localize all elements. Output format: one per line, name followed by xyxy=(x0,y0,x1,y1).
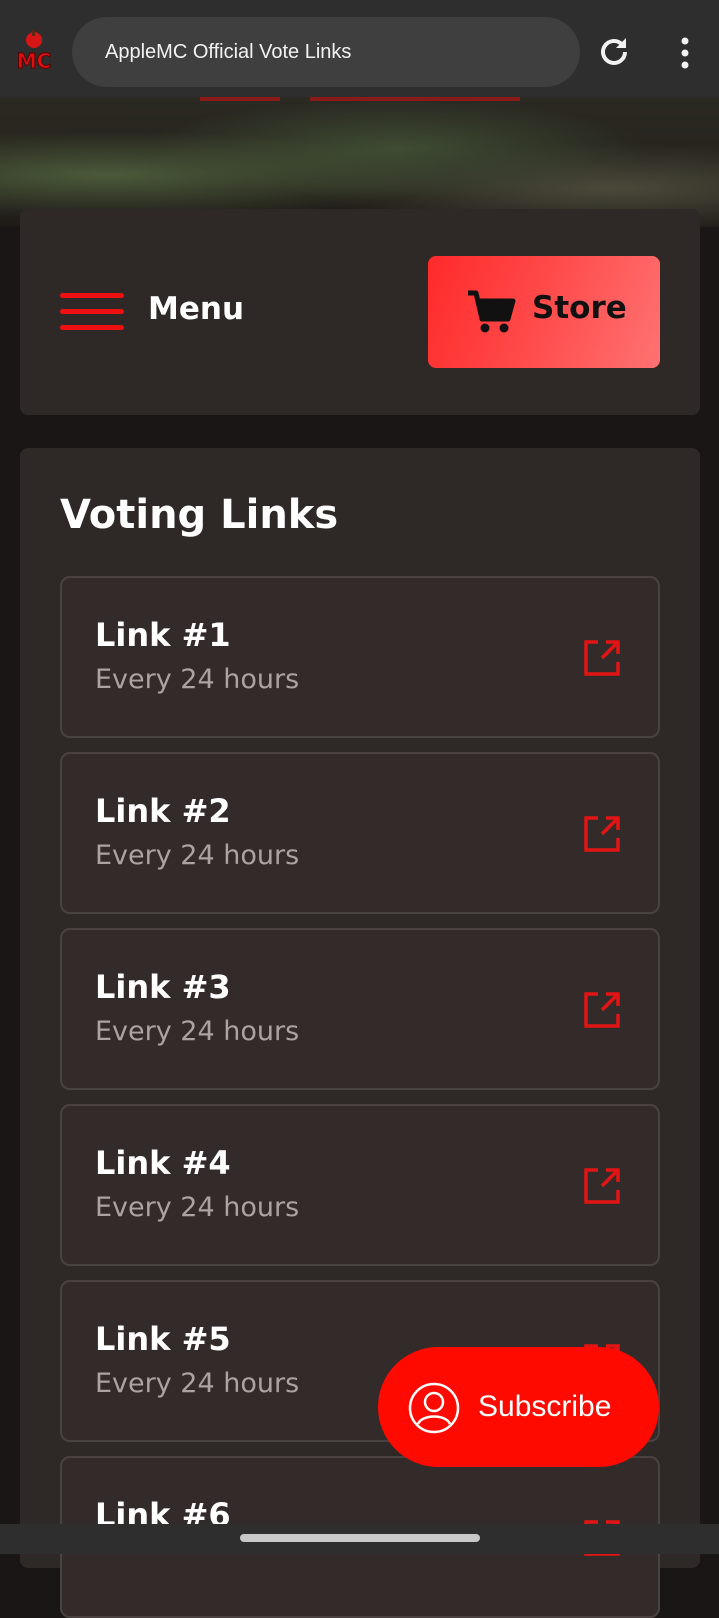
link-interval: Every 24 hours xyxy=(95,1016,300,1047)
link-interval: Every 24 hours xyxy=(95,1368,300,1399)
link-title: Link #5 xyxy=(95,1320,231,1358)
url-bar[interactable]: AppleMC Official Vote Links xyxy=(72,17,580,87)
store-label: Store xyxy=(532,290,627,326)
vote-link-2[interactable]: Link #2 Every 24 hours xyxy=(60,752,660,914)
external-link-icon[interactable] xyxy=(582,1166,622,1206)
link-interval: Every 24 hours xyxy=(95,1192,300,1223)
link-title: Link #3 xyxy=(95,968,231,1006)
external-link-icon[interactable] xyxy=(582,990,622,1030)
browser-toolbar: MC AppleMC Official Vote Links xyxy=(0,0,719,97)
user-circle-icon xyxy=(408,1382,460,1434)
hero-decoration xyxy=(200,97,280,101)
link-title: Link #4 xyxy=(95,1144,231,1182)
link-title: Link #2 xyxy=(95,792,231,830)
link-interval: Every 24 hours xyxy=(95,840,300,871)
nav-card: Menu Store xyxy=(20,209,700,415)
subscribe-label: Subscribe xyxy=(478,1390,612,1423)
link-title: Link #1 xyxy=(95,616,231,654)
link-interval: Every 24 hours xyxy=(95,664,300,695)
subscribe-button[interactable]: Subscribe xyxy=(378,1347,659,1467)
menu-label[interactable]: Menu xyxy=(148,291,244,327)
more-vert-icon[interactable] xyxy=(672,36,698,70)
external-link-icon[interactable] xyxy=(582,638,622,678)
system-nav-bar xyxy=(0,1524,719,1554)
page-title: AppleMC Official Vote Links xyxy=(105,41,352,63)
store-button[interactable]: Store xyxy=(428,256,660,368)
svg-text:MC: MC xyxy=(17,49,52,72)
hero-decoration xyxy=(310,97,520,101)
external-link-icon[interactable] xyxy=(582,814,622,854)
shopping-cart-icon xyxy=(468,290,516,333)
voting-links-heading: Voting Links xyxy=(60,492,339,538)
hamburger-menu-icon[interactable] xyxy=(60,293,124,333)
applemc-logo-icon[interactable]: MC xyxy=(12,28,56,72)
reload-icon[interactable] xyxy=(596,34,632,70)
gesture-handle[interactable] xyxy=(240,1534,480,1542)
vote-link-4[interactable]: Link #4 Every 24 hours xyxy=(60,1104,660,1266)
vote-link-3[interactable]: Link #3 Every 24 hours xyxy=(60,928,660,1090)
vote-link-1[interactable]: Link #1 Every 24 hours xyxy=(60,576,660,738)
hero-background xyxy=(0,97,719,227)
